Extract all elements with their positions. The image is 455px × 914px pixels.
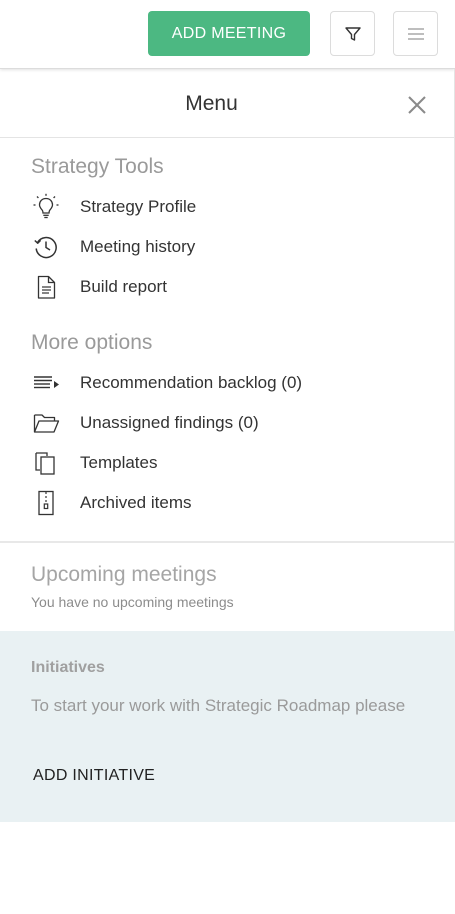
- menu-item-label: Archived items: [80, 493, 192, 512]
- add-meeting-button[interactable]: ADD MEETING: [148, 11, 310, 56]
- strategy-tools-title: Strategy Tools: [31, 155, 164, 178]
- menu-item-label: Meeting history: [80, 237, 196, 256]
- top-bar: ADD MEETING: [0, 0, 455, 69]
- menu-item-label: Templates: [80, 453, 158, 472]
- more-options-title: More options: [31, 331, 153, 354]
- upcoming-meetings-empty-note: You have no upcoming meetings: [31, 594, 234, 610]
- menu-item-label: Build report: [80, 277, 167, 296]
- initiatives-panel: Initiatives To start your work with Stra…: [0, 631, 455, 822]
- menu-item-label: Recommendation backlog (0): [80, 373, 303, 392]
- folder-open-icon: [31, 408, 61, 438]
- menu-item-label: Strategy Profile: [80, 197, 197, 216]
- upcoming-meetings-title: Upcoming meetings: [31, 563, 217, 586]
- menu-item-strategy-profile[interactable]: Strategy Profile: [31, 191, 421, 223]
- hamburger-icon: [407, 27, 424, 40]
- list-arrow-icon: [31, 368, 61, 398]
- filter-button[interactable]: [330, 11, 375, 56]
- menu-item-unassigned-findings[interactable]: Unassigned findings (0): [31, 407, 421, 439]
- menu-title: Menu: [185, 92, 238, 115]
- menu-item-meeting-history[interactable]: Meeting history: [31, 231, 421, 263]
- initiatives-title: Initiatives: [31, 659, 105, 676]
- menu-toggle-button[interactable]: [393, 11, 438, 56]
- initiatives-description: To start your work with Strategic Roadma…: [31, 696, 406, 715]
- copy-icon: [31, 448, 61, 478]
- lightbulb-icon: [31, 192, 61, 222]
- menu-item-recommendation-backlog[interactable]: Recommendation backlog (0): [31, 367, 421, 399]
- filter-icon: [344, 26, 361, 41]
- section-divider: [0, 541, 455, 543]
- add-initiative-button[interactable]: ADD INITIATIVE: [33, 767, 155, 785]
- menu-item-templates[interactable]: Templates: [31, 447, 421, 479]
- menu-item-label: Unassigned findings (0): [80, 413, 259, 432]
- menu-item-build-report[interactable]: Build report: [31, 271, 421, 303]
- history-icon: [31, 232, 61, 262]
- archive-icon: [31, 488, 61, 518]
- menu-item-archived-items[interactable]: Archived items: [31, 487, 421, 519]
- close-icon[interactable]: [404, 92, 430, 118]
- document-icon: [31, 272, 61, 302]
- menu-header: Menu: [0, 70, 455, 138]
